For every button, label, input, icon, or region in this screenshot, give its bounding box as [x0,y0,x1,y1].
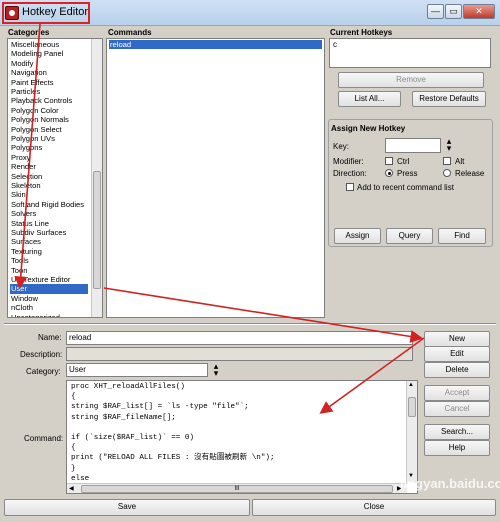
arrow-new-to-command-editor [319,337,425,414]
arrow-user-to-new-button [103,287,424,343]
annotation-arrows [14,23,425,414]
arrow-title-to-user-category [14,23,41,290]
watermark-text: jingyan.baidu.com [400,476,500,491]
